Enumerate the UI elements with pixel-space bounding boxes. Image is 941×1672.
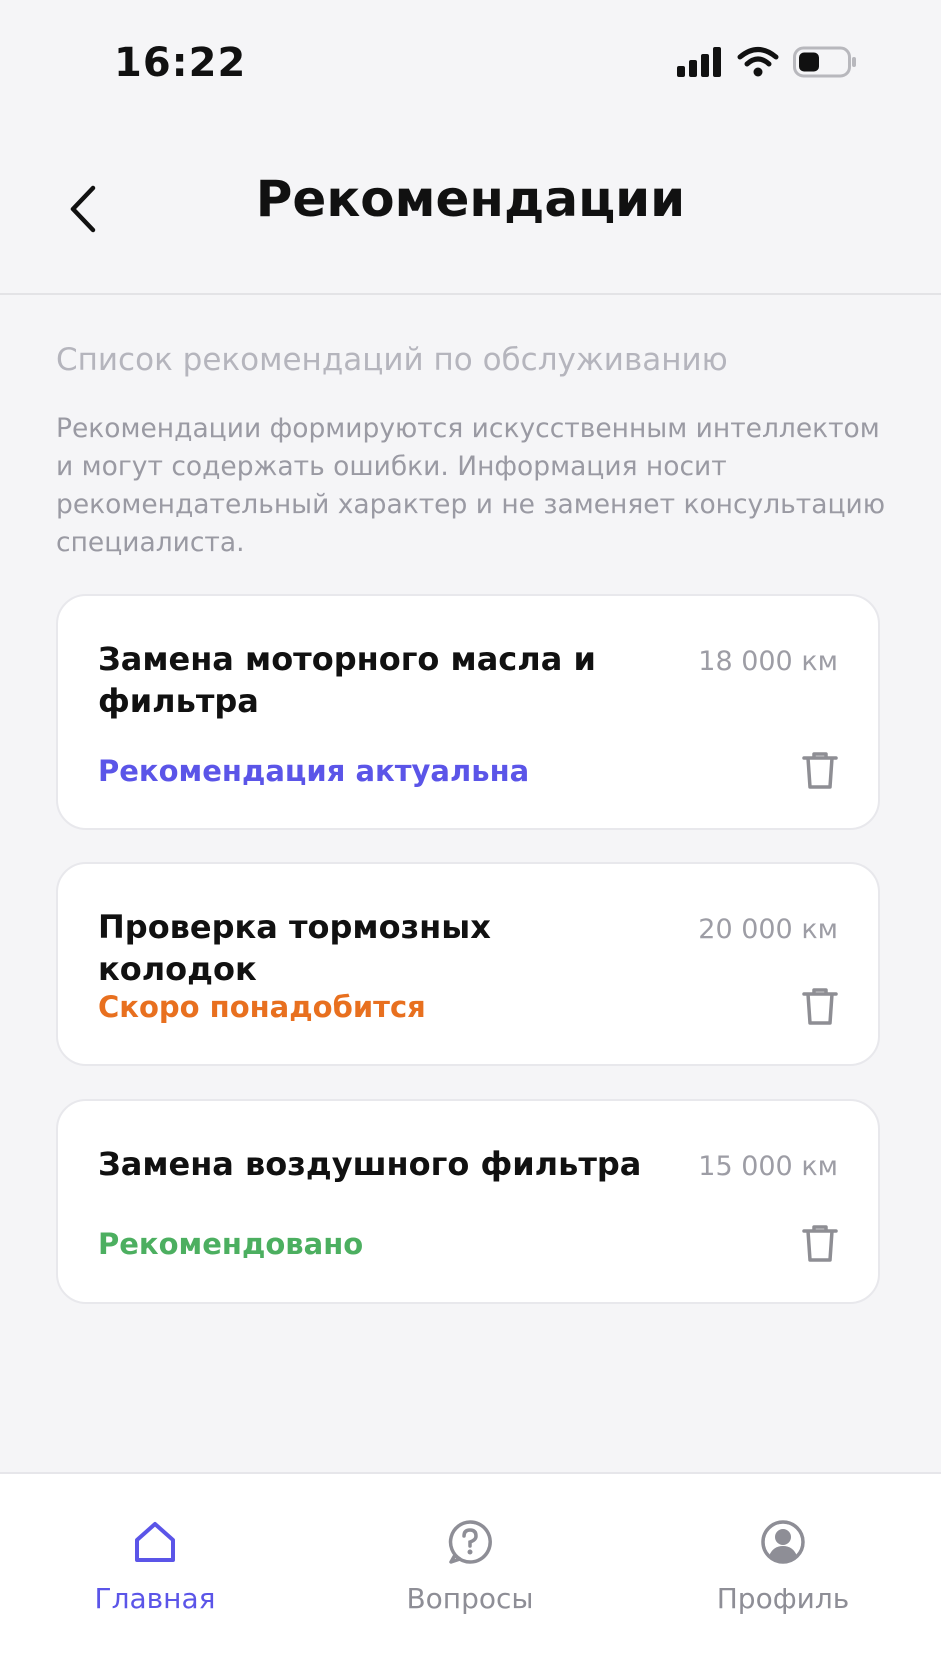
recommendation-card[interactable]: Замена воздушного фильтра 15 000 км Реко…: [56, 1099, 880, 1304]
tab-bar: Главная Вопросы Профиль: [0, 1472, 941, 1672]
wifi-icon: [737, 46, 779, 82]
tab-home[interactable]: Главная: [45, 1518, 265, 1615]
recommendation-mileage: 15 000 км: [698, 1151, 838, 1182]
recommendation-status: Рекомендовано: [98, 1227, 364, 1261]
profile-icon: [759, 1518, 807, 1570]
status-icons: [677, 46, 857, 82]
home-icon: [131, 1518, 179, 1570]
trash-icon: [802, 1223, 838, 1267]
tab-label: Вопросы: [406, 1582, 534, 1615]
recommendation-mileage: 20 000 км: [698, 914, 838, 945]
tab-label: Профиль: [716, 1582, 850, 1615]
question-icon: [446, 1518, 494, 1570]
recommendation-title: Замена воздушного фильтра: [98, 1145, 642, 1183]
ai-disclaimer: Рекомендации формируются искусственным и…: [56, 413, 886, 558]
recommendation-title: Проверка тормозных колодок: [98, 908, 491, 988]
tab-profile[interactable]: Профиль: [673, 1518, 893, 1615]
battery-icon: [793, 46, 857, 82]
tab-questions[interactable]: Вопросы: [360, 1518, 580, 1615]
cellular-signal-icon: [677, 47, 723, 81]
recommendation-mileage: 18 000 км: [698, 646, 838, 677]
recommendation-status: Рекомендация актуальна: [98, 754, 530, 788]
recommendation-status: Скоро понадобится: [98, 990, 426, 1024]
delete-button[interactable]: [796, 984, 844, 1032]
recommendations-screen: 16:22 Рекомендации Список рекомендаций п…: [0, 0, 941, 1672]
section-subtitle: Список рекомендаций по обслуживанию: [56, 342, 728, 378]
header: Рекомендации: [0, 130, 941, 295]
recommendation-card[interactable]: Проверка тормозных колодок 20 000 км Ско…: [56, 862, 880, 1066]
tab-label: Главная: [94, 1582, 216, 1615]
status-time: 16:22: [114, 40, 247, 86]
trash-icon: [802, 750, 838, 794]
recommendation-card[interactable]: Замена моторного масла и фильтра 18 000 …: [56, 594, 880, 830]
page-title: Рекомендации: [255, 170, 686, 228]
delete-button[interactable]: [796, 748, 844, 796]
delete-button[interactable]: [796, 1221, 844, 1269]
trash-icon: [802, 986, 838, 1030]
status-bar: 16:22: [0, 0, 941, 130]
recommendation-title: Замена моторного масла и фильтра: [98, 640, 596, 720]
